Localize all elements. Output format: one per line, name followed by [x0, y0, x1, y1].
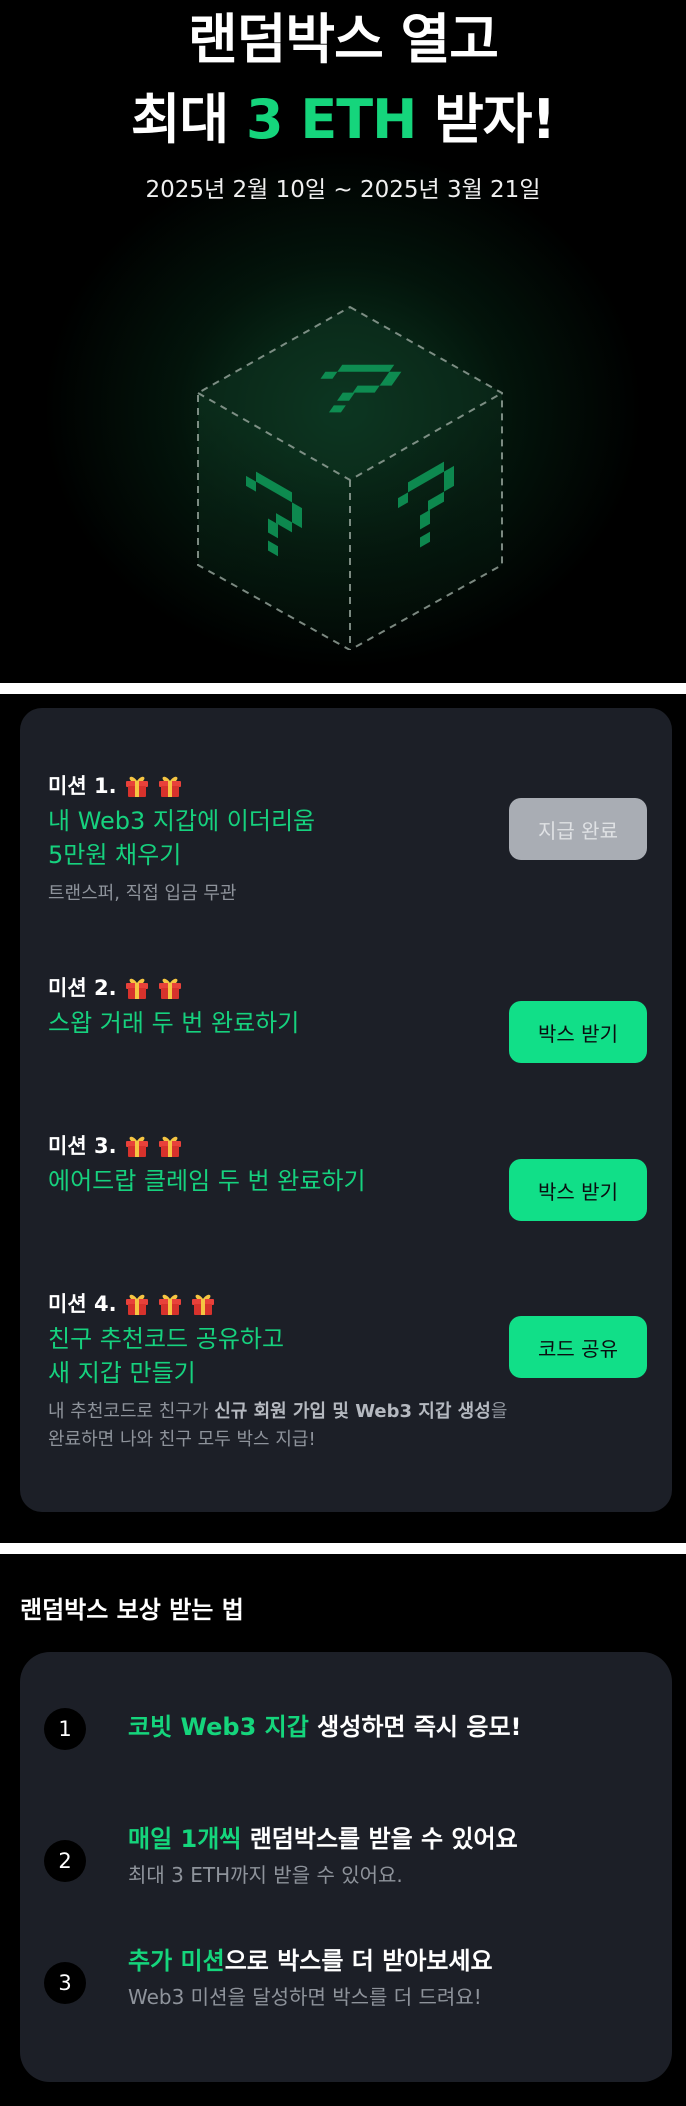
mission-3: 미션 3. 에어드랍 클레임 두 번 완료하기	[48, 1130, 518, 1198]
section-divider	[0, 1543, 686, 1554]
gift-icon	[157, 772, 183, 798]
step-main: 코빗 Web3 지갑 생성하면 즉시 응모!	[128, 1710, 668, 1744]
wallet-complete-button[interactable]: 지급 완료	[509, 798, 647, 860]
step-number: 1	[44, 1708, 86, 1750]
mission-header: 미션 2.	[48, 972, 518, 1002]
gift-icon	[124, 974, 150, 1000]
hero-title-highlight: 3 ETH	[246, 88, 417, 151]
claim-box-button[interactable]: 박스 받기	[509, 1001, 647, 1063]
gift-icon	[124, 772, 150, 798]
gift-icon	[157, 1132, 183, 1158]
hero-banner: 랜덤박스 열고 최대 3 ETH 받자! 2025년 2월 10일 ~ 2025…	[0, 0, 686, 682]
gift-icon	[124, 1132, 150, 1158]
step-text: 매일 1개씩 랜덤박스를 받을 수 있어요 최대 3 ETH까지 받을 수 있어…	[128, 1822, 668, 1890]
step-main: 매일 1개씩 랜덤박스를 받을 수 있어요	[128, 1822, 668, 1856]
step-text: 추가 미션으로 박스를 더 받아보세요 Web3 미션을 달성하면 박스를 더 …	[128, 1944, 668, 2012]
step-sub: Web3 미션을 달성하면 박스를 더 드려요!	[128, 1985, 482, 2009]
mission-title: 스왑 거래 두 번 완료하기	[48, 1009, 300, 1037]
mission-description: 트랜스퍼, 직접 입금 무관	[48, 883, 237, 904]
mission-title: 내 Web3 지갑에 이더리움 5만원 채우기	[48, 807, 316, 869]
mission-header: 미션 1.	[48, 770, 518, 800]
hero-title-prefix: 최대	[130, 88, 247, 151]
how-to-title: 랜덤박스 보상 받는 법	[20, 1596, 244, 1624]
step-highlight: 추가 미션	[128, 1947, 225, 1975]
desc-text: 내 추천코드로 친구가	[48, 1401, 215, 1422]
gift-icon	[157, 1290, 183, 1316]
mission-label: 미션 2.	[48, 976, 117, 1000]
mission-2: 미션 2. 스왑 거래 두 번 완료하기	[48, 972, 518, 1040]
mission-title: 친구 추천코드 공유하고 새 지갑 만들기	[48, 1325, 285, 1387]
event-date-range: 2025년 2월 10일 ~ 2025년 3월 21일	[145, 177, 541, 203]
step-highlight: 매일 1개씩	[128, 1825, 242, 1853]
step-sub: 최대 3 ETH까지 받을 수 있어요.	[128, 1863, 403, 1887]
mission-1: 미션 1. 내 Web3 지갑에 이더리움 5만원 채우기 트랜스퍼, 직접 입…	[48, 770, 518, 908]
mystery-box-icon	[197, 305, 503, 650]
gift-icon	[190, 1290, 216, 1316]
step-main: 추가 미션으로 박스를 더 받아보세요	[128, 1944, 668, 1978]
step-highlight: 코빗 Web3 지갑	[128, 1713, 309, 1741]
step-number: 3	[44, 1962, 86, 2004]
mission-description: 내 추천코드로 친구가 신규 회원 가입 및 Web3 지갑 생성을 완료하면 …	[48, 1398, 518, 1454]
step-text: 코빗 Web3 지갑 생성하면 즉시 응모!	[128, 1710, 668, 1744]
hero-title-line1: 랜덤박스 열고	[188, 8, 499, 71]
how-to-card: 1 코빗 Web3 지갑 생성하면 즉시 응모! 2 매일 1개씩 랜덤박스를 …	[20, 1652, 672, 2082]
mission-label: 미션 3.	[48, 1134, 117, 1158]
mission-header: 미션 4.	[48, 1288, 518, 1318]
section-divider	[0, 683, 686, 694]
step-rest: 생성하면 즉시 응모!	[308, 1713, 522, 1741]
step-rest: 랜덤박스를 받을 수 있어요	[241, 1825, 518, 1853]
gift-icon	[157, 974, 183, 1000]
mission-4: 미션 4. 친구 추천코드 공유하고 새 지갑 만들기 내 추천코드로 친구가 …	[48, 1288, 518, 1454]
hero-title-line2: 최대 3 ETH 받자!	[0, 90, 686, 150]
desc-bold-text: 신규 회원 가입 및 Web3 지갑 생성	[214, 1401, 491, 1422]
claim-box-button[interactable]: 박스 받기	[509, 1159, 647, 1221]
hero-title-suffix: 받자!	[416, 88, 556, 151]
mission-label: 미션 4.	[48, 1292, 117, 1316]
gift-icon	[124, 1290, 150, 1316]
mission-label: 미션 1.	[48, 774, 117, 798]
step-rest: 으로 박스를 더 받아보세요	[224, 1947, 493, 1975]
step-number: 2	[44, 1840, 86, 1882]
mission-title: 에어드랍 클레임 두 번 완료하기	[48, 1167, 366, 1195]
mission-header: 미션 3.	[48, 1130, 518, 1160]
share-code-button[interactable]: 코드 공유	[509, 1316, 647, 1378]
missions-card: 미션 1. 내 Web3 지갑에 이더리움 5만원 채우기 트랜스퍼, 직접 입…	[20, 708, 672, 1512]
